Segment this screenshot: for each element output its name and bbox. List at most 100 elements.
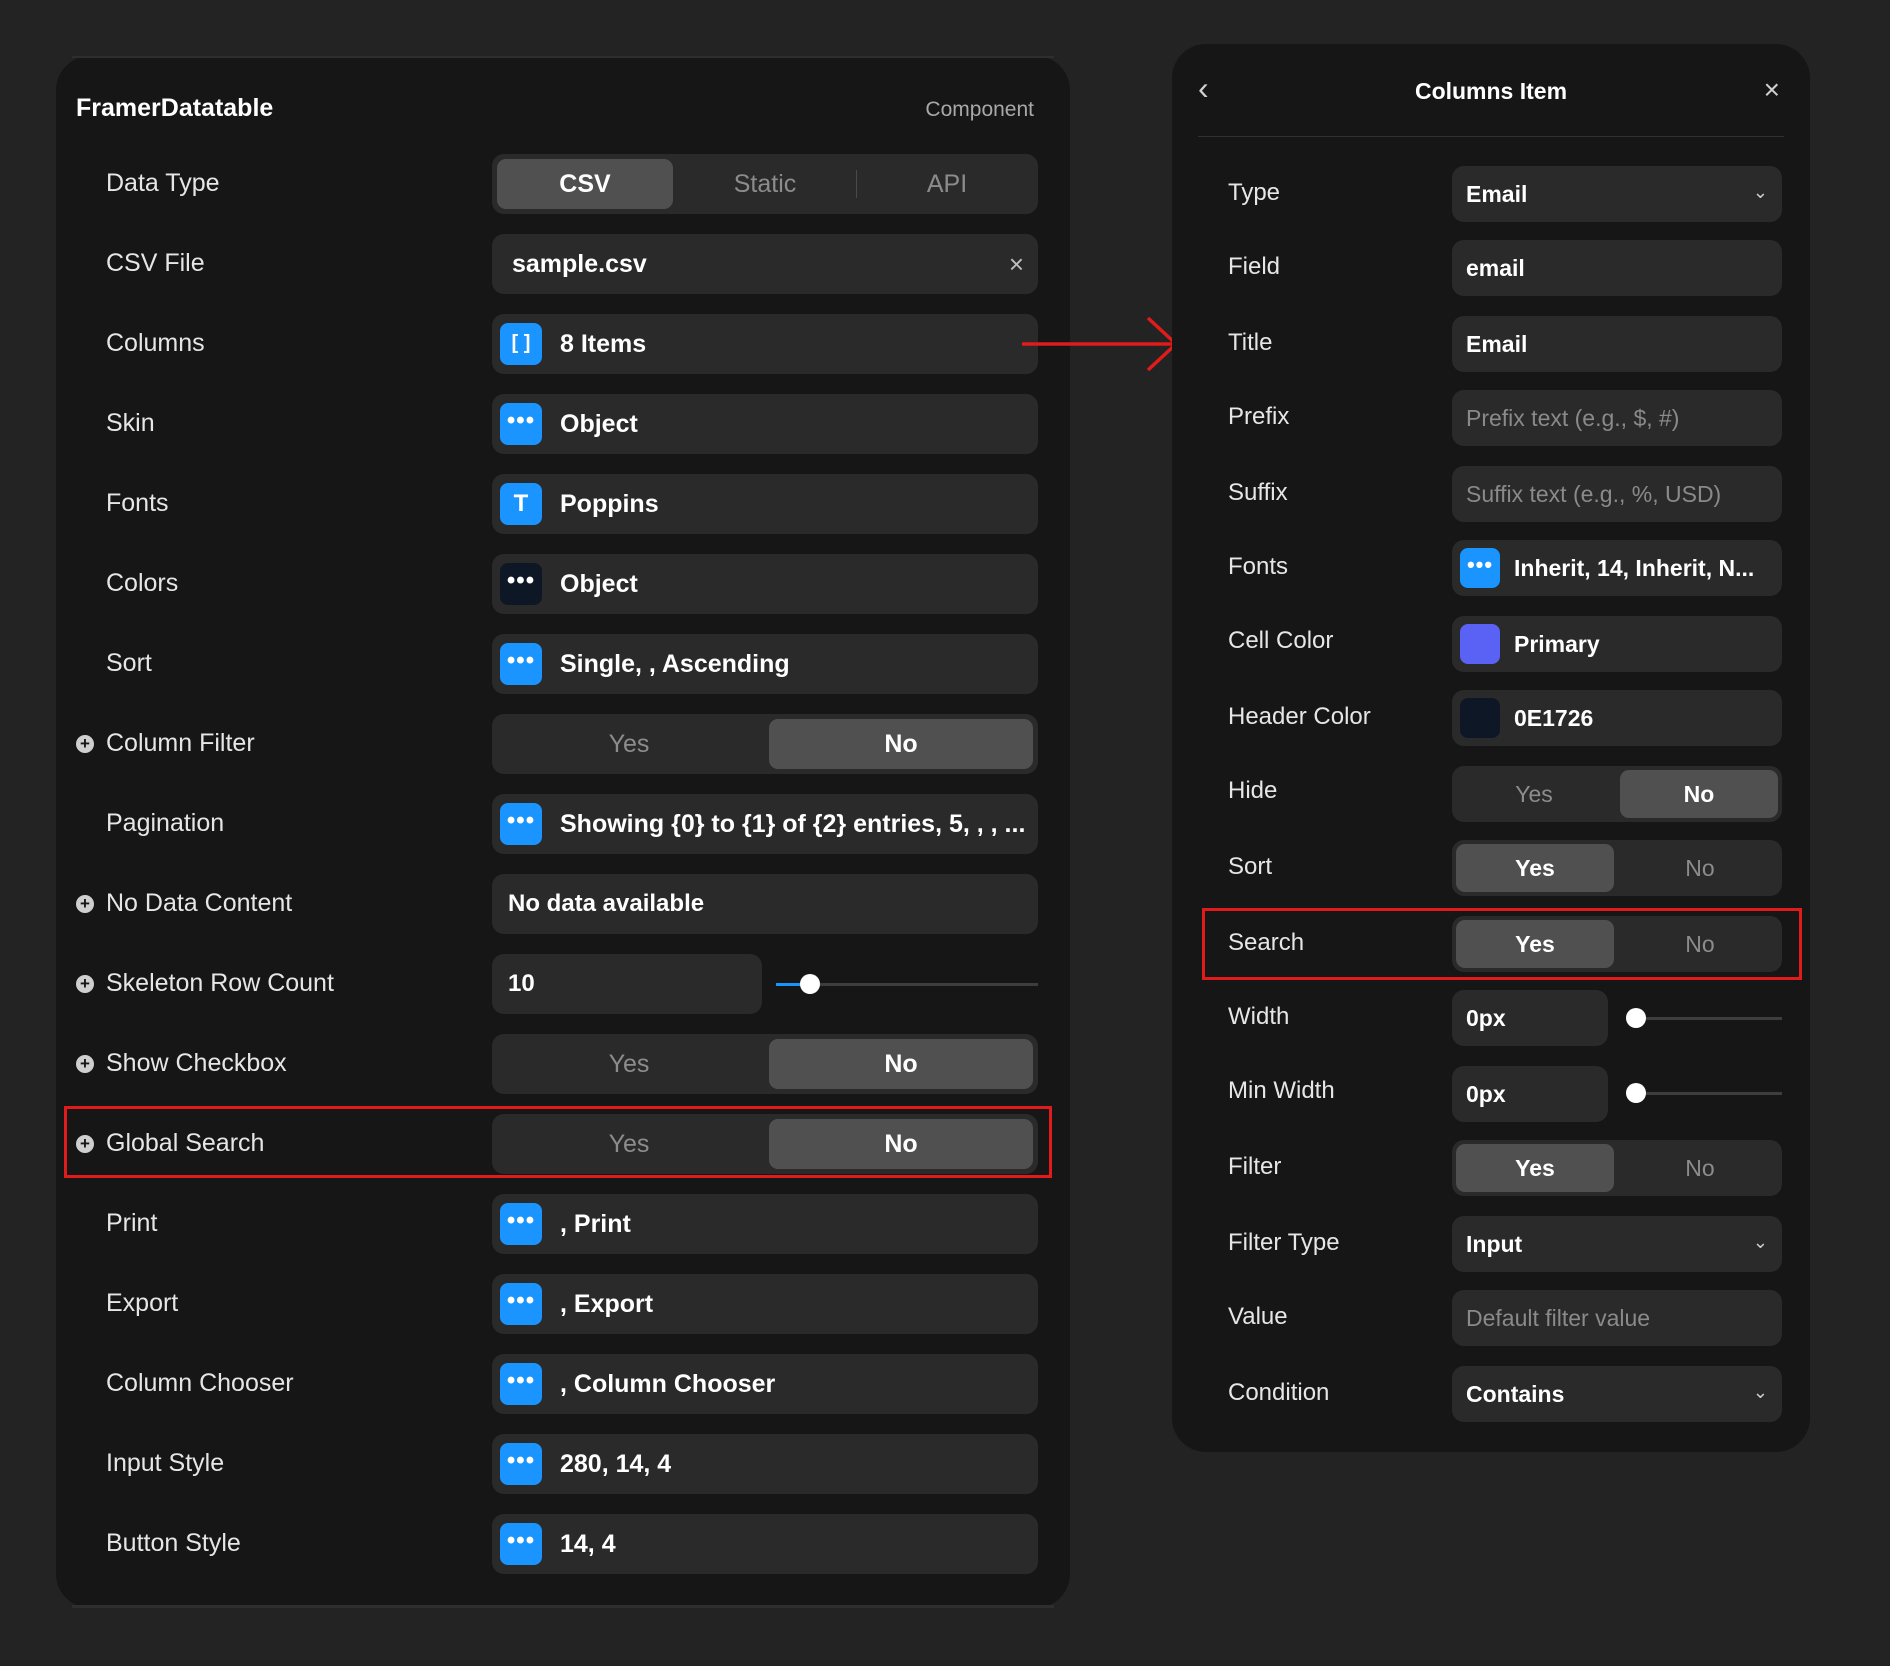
columns-label: Columns xyxy=(106,329,205,357)
skeleton-row-count-input[interactable]: 10 xyxy=(492,954,762,1014)
column-filter-yes[interactable]: Yes xyxy=(497,719,761,769)
object-icon: ••• xyxy=(500,403,542,445)
suffix-input[interactable]: Suffix text (e.g., %, USD) xyxy=(1452,466,1782,522)
sort-no[interactable]: No xyxy=(1622,844,1778,892)
fonts-value: Poppins xyxy=(560,490,659,518)
hide-label: Hide xyxy=(1228,777,1278,804)
plus-circle-icon[interactable]: + xyxy=(76,1055,94,1073)
skin-value: Object xyxy=(560,410,638,438)
column-filter-toggle: Yes No xyxy=(492,714,1038,774)
csv-file-field[interactable]: sample.csv × xyxy=(492,234,1038,294)
no-data-content-label: No Data Content xyxy=(106,889,293,917)
value-label: Value xyxy=(1228,1303,1288,1330)
plus-circle-icon[interactable]: + xyxy=(76,895,94,913)
condition-value: Contains xyxy=(1466,1381,1565,1407)
skin-field[interactable]: ••• Object xyxy=(492,394,1038,454)
width-slider[interactable] xyxy=(1626,1008,1782,1028)
object-icon: ••• xyxy=(500,1203,542,1245)
type-value: Email xyxy=(1466,181,1528,207)
value-input[interactable]: Default filter value xyxy=(1452,1290,1782,1346)
clear-icon[interactable]: × xyxy=(1009,234,1024,294)
column-filter-no[interactable]: No xyxy=(769,719,1033,769)
hide-no[interactable]: No xyxy=(1620,770,1778,818)
no-data-content-field[interactable]: No data available xyxy=(492,874,1038,934)
object-icon: ••• xyxy=(500,563,542,605)
color-swatch xyxy=(1460,698,1500,738)
sort-value: Single, , Ascending xyxy=(560,650,790,678)
skeleton-row-count-value: 10 xyxy=(508,970,535,997)
colors-label: Colors xyxy=(106,569,179,597)
colors-value: Object xyxy=(560,570,638,598)
filter-no[interactable]: No xyxy=(1622,1144,1778,1192)
slider-handle[interactable] xyxy=(1626,1008,1646,1028)
type-select[interactable]: Email ⌄ xyxy=(1452,166,1782,222)
header-color-label: Header Color xyxy=(1228,703,1371,730)
pagination-label: Pagination xyxy=(106,809,225,837)
object-icon: ••• xyxy=(1460,548,1500,588)
fonts-field[interactable]: ••• Inherit, 14, Inherit, N... xyxy=(1452,540,1782,596)
pagination-value: Showing {0} to {1} of {2} entries, 5, , … xyxy=(560,810,1026,838)
filter-type-select[interactable]: Input ⌄ xyxy=(1452,1216,1782,1272)
export-field[interactable]: ••• , Export xyxy=(492,1274,1038,1334)
export-label: Export xyxy=(106,1289,179,1317)
fonts-label: Fonts xyxy=(1228,553,1289,580)
cell-color-field[interactable]: Primary xyxy=(1452,616,1782,672)
button-style-field[interactable]: ••• 14, 4 xyxy=(492,1514,1038,1574)
pagination-field[interactable]: ••• Showing {0} to {1} of {2} entries, 5… xyxy=(492,794,1038,854)
close-icon[interactable]: × xyxy=(1764,74,1780,106)
data-type-api-option[interactable]: API xyxy=(857,159,1037,209)
filter-type-value: Input xyxy=(1466,1231,1523,1257)
slider-handle[interactable] xyxy=(1626,1083,1646,1103)
print-label: Print xyxy=(106,1209,158,1237)
title-label: Title xyxy=(1228,329,1273,356)
font-icon: T xyxy=(500,483,542,525)
sort-toggle: Yes No xyxy=(1452,840,1782,896)
cell-color-value: Primary xyxy=(1514,631,1600,657)
min-width-label: Min Width xyxy=(1228,1077,1335,1104)
object-icon: ••• xyxy=(500,1523,542,1565)
sort-field[interactable]: ••• Single, , Ascending xyxy=(492,634,1038,694)
fonts-field[interactable]: T Poppins xyxy=(492,474,1038,534)
print-field[interactable]: ••• , Print xyxy=(492,1194,1038,1254)
title-input[interactable]: Email xyxy=(1452,316,1782,372)
prefix-placeholder: Prefix text (e.g., $, #) xyxy=(1466,405,1680,431)
show-checkbox-yes[interactable]: Yes xyxy=(497,1039,761,1089)
show-checkbox-label: Show Checkbox xyxy=(106,1049,287,1077)
min-width-slider[interactable] xyxy=(1626,1083,1782,1103)
cell-color-label: Cell Color xyxy=(1228,627,1334,654)
plus-circle-icon[interactable]: + xyxy=(76,735,94,753)
min-width-input[interactable]: 0px xyxy=(1452,1066,1608,1122)
prefix-input[interactable]: Prefix text (e.g., $, #) xyxy=(1452,390,1782,446)
search-highlight xyxy=(1202,908,1802,980)
column-chooser-field[interactable]: ••• , Column Chooser xyxy=(492,1354,1038,1414)
slider-handle[interactable] xyxy=(800,974,820,994)
filter-yes[interactable]: Yes xyxy=(1456,1144,1614,1192)
data-type-csv-option[interactable]: CSV xyxy=(497,159,673,209)
columns-value: 8 Items xyxy=(560,330,647,358)
filter-label: Filter xyxy=(1228,1153,1282,1180)
input-style-value: 280, 14, 4 xyxy=(560,1450,672,1478)
width-input[interactable]: 0px xyxy=(1452,990,1608,1046)
column-chooser-value: , Column Chooser xyxy=(560,1370,776,1398)
show-checkbox-no[interactable]: No xyxy=(769,1039,1033,1089)
global-search-highlight xyxy=(64,1106,1052,1178)
data-type-static-option[interactable]: Static xyxy=(675,159,855,209)
sort-yes[interactable]: Yes xyxy=(1456,844,1614,892)
width-label: Width xyxy=(1228,1003,1290,1030)
header-color-field[interactable]: 0E1726 xyxy=(1452,690,1782,746)
plus-circle-icon[interactable]: + xyxy=(76,975,94,993)
min-width-value: 0px xyxy=(1466,1081,1506,1107)
chevron-down-icon: ⌄ xyxy=(1752,182,1768,202)
columns-field[interactable]: [ ] 8 Items xyxy=(492,314,1038,374)
hide-yes[interactable]: Yes xyxy=(1456,770,1612,818)
object-icon: ••• xyxy=(500,643,542,685)
field-label: Field xyxy=(1228,253,1281,280)
colors-field[interactable]: ••• Object xyxy=(492,554,1038,614)
hide-toggle: Yes No xyxy=(1452,766,1782,822)
skeleton-row-count-slider[interactable] xyxy=(776,974,1038,994)
suffix-label: Suffix xyxy=(1228,479,1288,506)
condition-select[interactable]: Contains ⌄ xyxy=(1452,1366,1782,1422)
input-style-field[interactable]: ••• 280, 14, 4 xyxy=(492,1434,1038,1494)
field-input[interactable]: email xyxy=(1452,240,1782,296)
framer-datatable-panel: FramerDatatable Component Data Type CSV … xyxy=(56,56,1070,1608)
